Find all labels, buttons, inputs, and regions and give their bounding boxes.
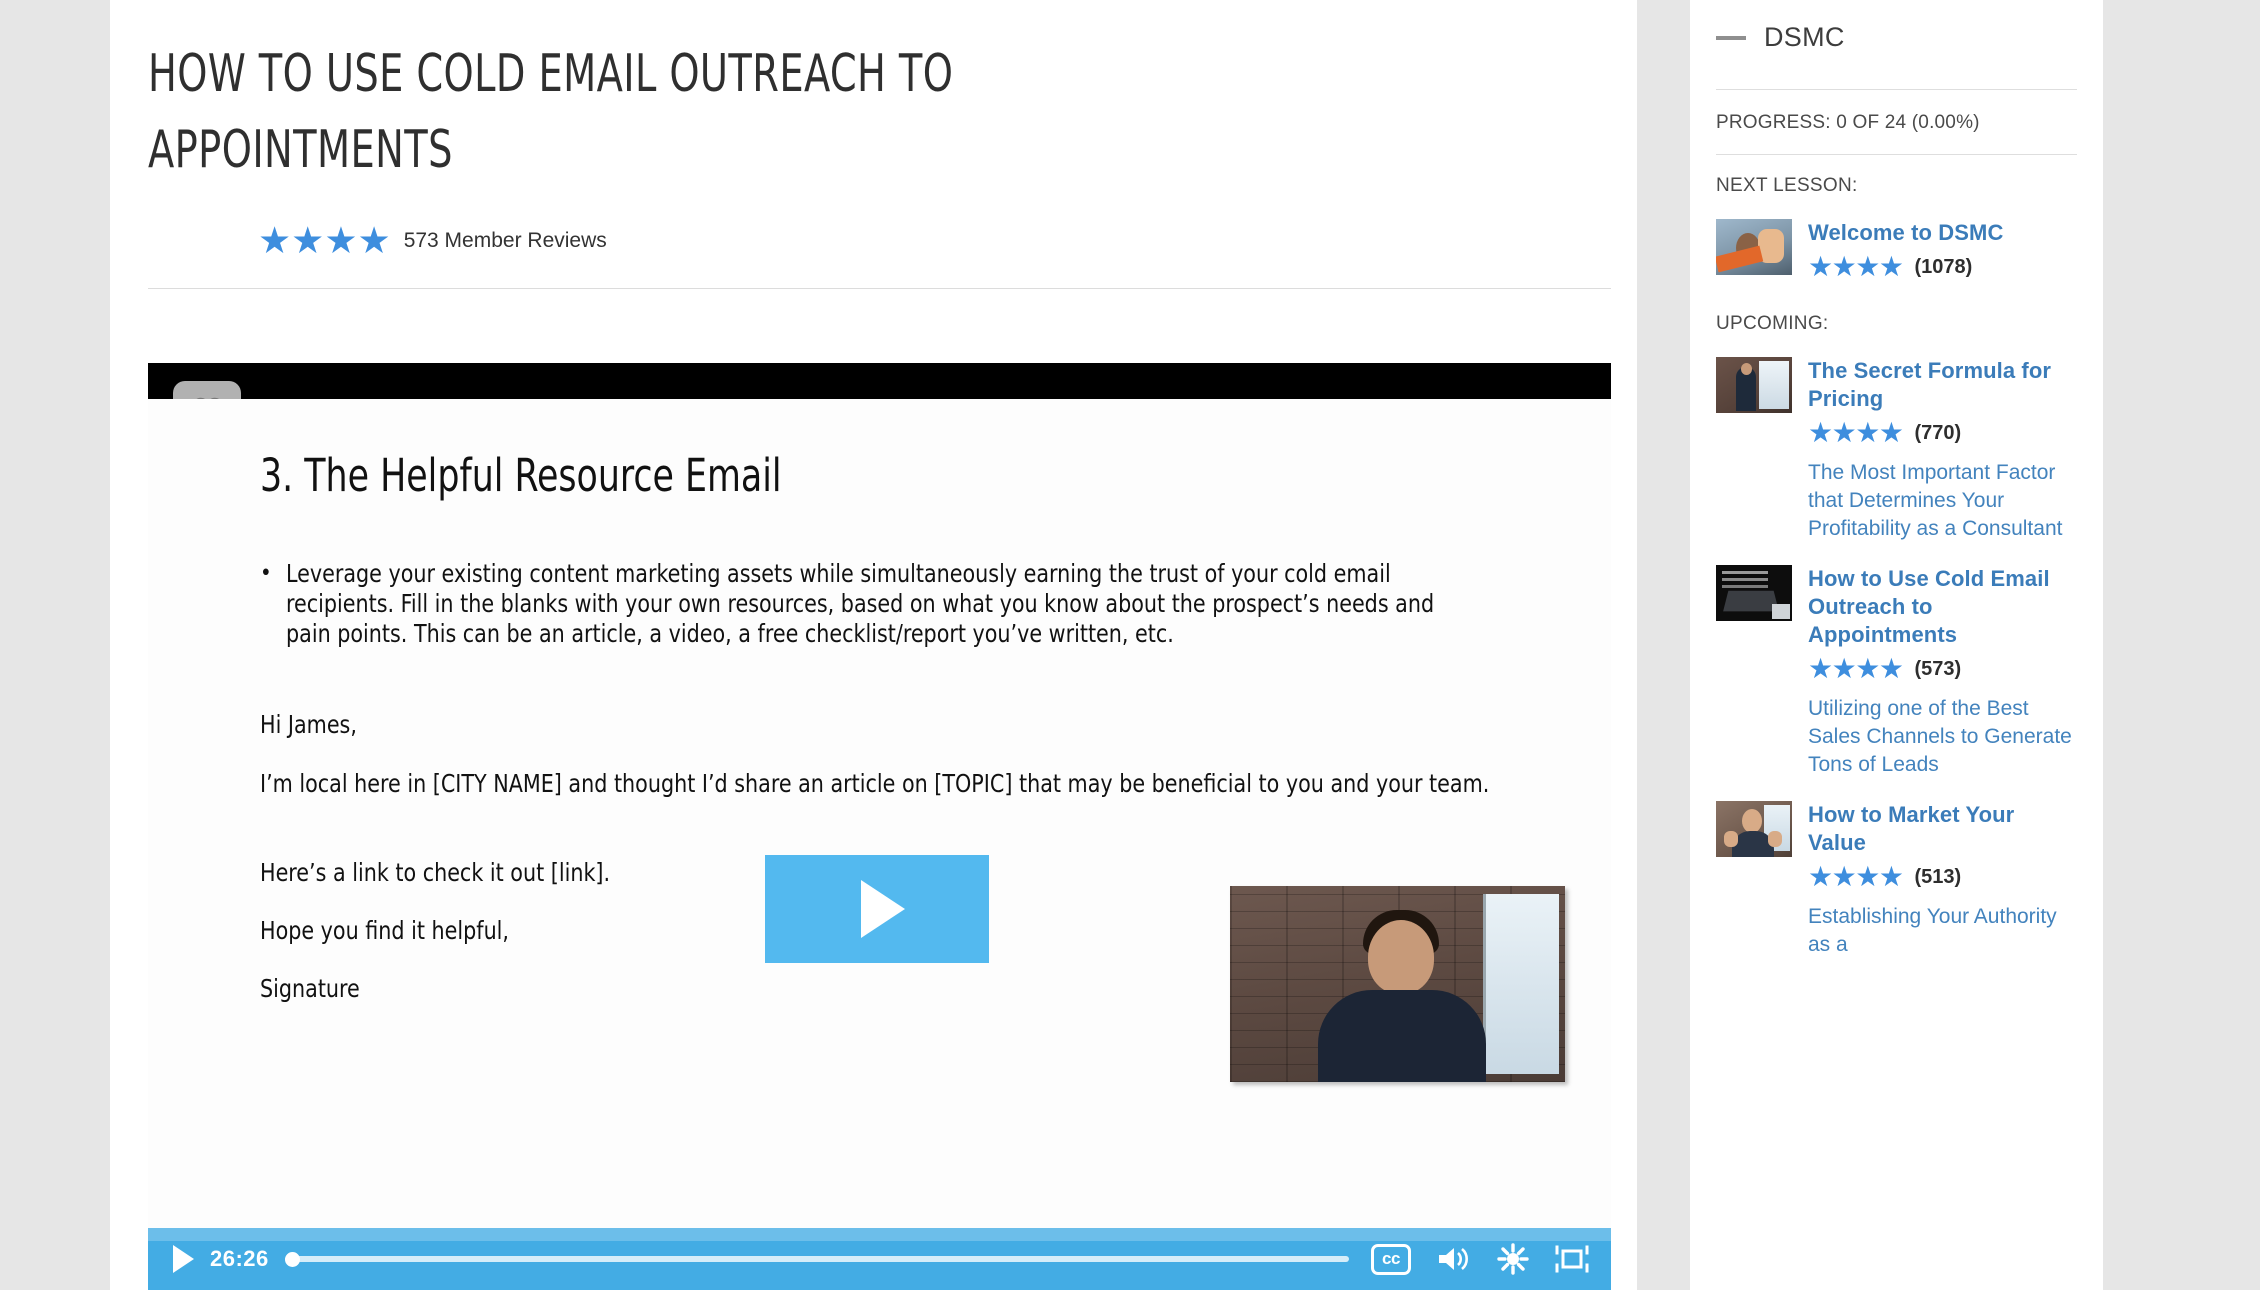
video-player[interactable]: cc 3. The Helpful Resource Email • Lever… [148,363,1611,1290]
current-time-label: 26:26 [210,1246,269,1271]
star-icon: ★ [1808,417,1833,448]
star-icon: ★ [1878,251,1904,282]
play-pause-button[interactable] [162,1245,204,1273]
rating-count: (513) [1914,865,1962,888]
slide-heading: 3. The Helpful Resource Email [260,449,782,502]
video-control-bar: 26:26 cc [148,1228,1611,1290]
star-icon: ★ [1878,417,1904,448]
star-icon: ★ [1855,251,1880,282]
star-rating: ★ ★ ★ ★ [258,220,391,261]
lesson-title-link[interactable]: The Secret Formula for Pricing [1808,357,2077,413]
star-rating: ★ ★ ★ ★ [1808,251,1904,282]
fullscreen-icon[interactable] [1555,1244,1589,1274]
rating-count: (573) [1914,657,1962,680]
cc-button[interactable]: cc [1371,1243,1411,1275]
presenter-head [1368,920,1434,994]
rating-row: ★ ★ ★ ★ 573 Member Reviews [258,222,607,259]
list-item[interactable]: How to Use Cold Email Outreach to Appoin… [1692,543,2101,779]
whiteboard [1483,894,1559,1074]
gear-icon[interactable] [1497,1243,1529,1275]
play-overlay-button[interactable] [765,855,989,963]
list-item[interactable]: The Secret Formula for Pricing ★ ★ ★ ★ (… [1692,335,2101,543]
welcome-thumbnail[interactable] [1716,219,1792,275]
dash-icon[interactable] [1716,35,1746,40]
star-rating: ★ ★ ★ ★ [1808,417,1904,448]
lesson-rating: ★ ★ ★ ★ (770) [1808,419,2077,447]
progress-label: PROGRESS: 0 OF 24 (0.00%) [1716,112,1980,133]
review-count-label: 573 Member Reviews [403,228,607,252]
upcoming-label: UPCOMING: [1716,313,1829,334]
star-icon: ★ [357,220,391,261]
main-content-column: HOW TO USE COLD EMAIL OUTREACH TO APPOIN… [110,0,1637,1290]
sidebar-course-title: DSMC [1764,22,1845,52]
lesson-description[interactable]: Utilizing one of the Best Sales Channels… [1808,695,2077,779]
star-icon: ★ [1855,417,1880,448]
rating-count: (1078) [1914,255,1973,278]
slide-bullet-text: Leverage your existing content marketing… [285,559,1434,648]
market-value-thumbnail[interactable] [1716,801,1792,857]
page-root: HOW TO USE COLD EMAIL OUTREACH TO APPOIN… [0,0,2260,1290]
star-icon: ★ [1855,653,1880,684]
lesson-description[interactable]: The Most Important Factor that Determine… [1808,459,2077,543]
next-lesson-label: NEXT LESSON: [1716,175,1858,196]
star-icon: ★ [1808,251,1833,282]
play-icon [172,1245,194,1273]
lesson-title-link[interactable]: How to Market Your Value [1808,801,2077,857]
star-icon: ★ [1831,861,1857,892]
slide-email-line: Hi James, [260,710,357,739]
star-icon: ★ [1808,653,1833,684]
list-item[interactable]: Welcome to DSMC ★ ★ ★ ★ (1078) [1692,197,2101,281]
course-sidebar: DSMC PROGRESS: 0 OF 24 (0.00%) NEXT LESS… [1690,0,2103,1290]
sidebar-header[interactable]: DSMC [1692,0,2101,53]
star-rating: ★ ★ ★ ★ [1808,653,1904,684]
video-slide: 3. The Helpful Resource Email • Leverage… [148,399,1611,1290]
play-icon [861,880,905,938]
seek-handle[interactable] [284,1252,300,1267]
list-item[interactable]: How to Market Your Value ★ ★ ★ ★ (513) E… [1692,779,2101,959]
presenter-video-overlay [1230,886,1565,1082]
lesson-rating: ★ ★ ★ ★ (573) [1808,655,2077,683]
presenter-body [1318,990,1486,1082]
star-icon: ★ [1855,861,1880,892]
star-icon: ★ [1831,251,1857,282]
slide-email-line: I’m local here in [CITY NAME] and though… [260,769,1490,798]
cold-email-thumbnail[interactable] [1716,565,1792,621]
slide-bullet-item: • Leverage your existing content marketi… [260,559,1540,649]
volume-icon[interactable] [1437,1244,1471,1274]
star-rating: ★ ★ ★ ★ [1808,861,1904,892]
star-icon: ★ [291,220,324,261]
seek-bar[interactable] [284,1252,1349,1267]
header-divider [148,288,1611,289]
lesson-title-link[interactable]: How to Use Cold Email Outreach to Appoin… [1808,565,2077,649]
star-icon: ★ [1878,653,1904,684]
star-icon: ★ [1831,417,1857,448]
star-icon: ★ [1831,653,1857,684]
lesson-title-link[interactable]: Welcome to DSMC [1808,219,2077,247]
pricing-thumbnail[interactable] [1716,357,1792,413]
lesson-rating: ★ ★ ★ ★ (1078) [1808,253,2077,281]
bullet-dot-icon: • [260,561,272,586]
player-letterbox-top [148,363,1611,399]
lesson-description[interactable]: Establishing Your Authority as a [1808,903,2077,959]
lesson-rating: ★ ★ ★ ★ (513) [1808,863,2077,891]
rating-count: (770) [1914,421,1962,444]
star-icon: ★ [1808,861,1833,892]
player-icon-group: cc [1371,1243,1597,1275]
star-icon: ★ [258,220,291,261]
star-icon: ★ [1878,861,1904,892]
page-title: HOW TO USE COLD EMAIL OUTREACH TO APPOIN… [148,44,954,180]
star-icon: ★ [324,220,357,261]
